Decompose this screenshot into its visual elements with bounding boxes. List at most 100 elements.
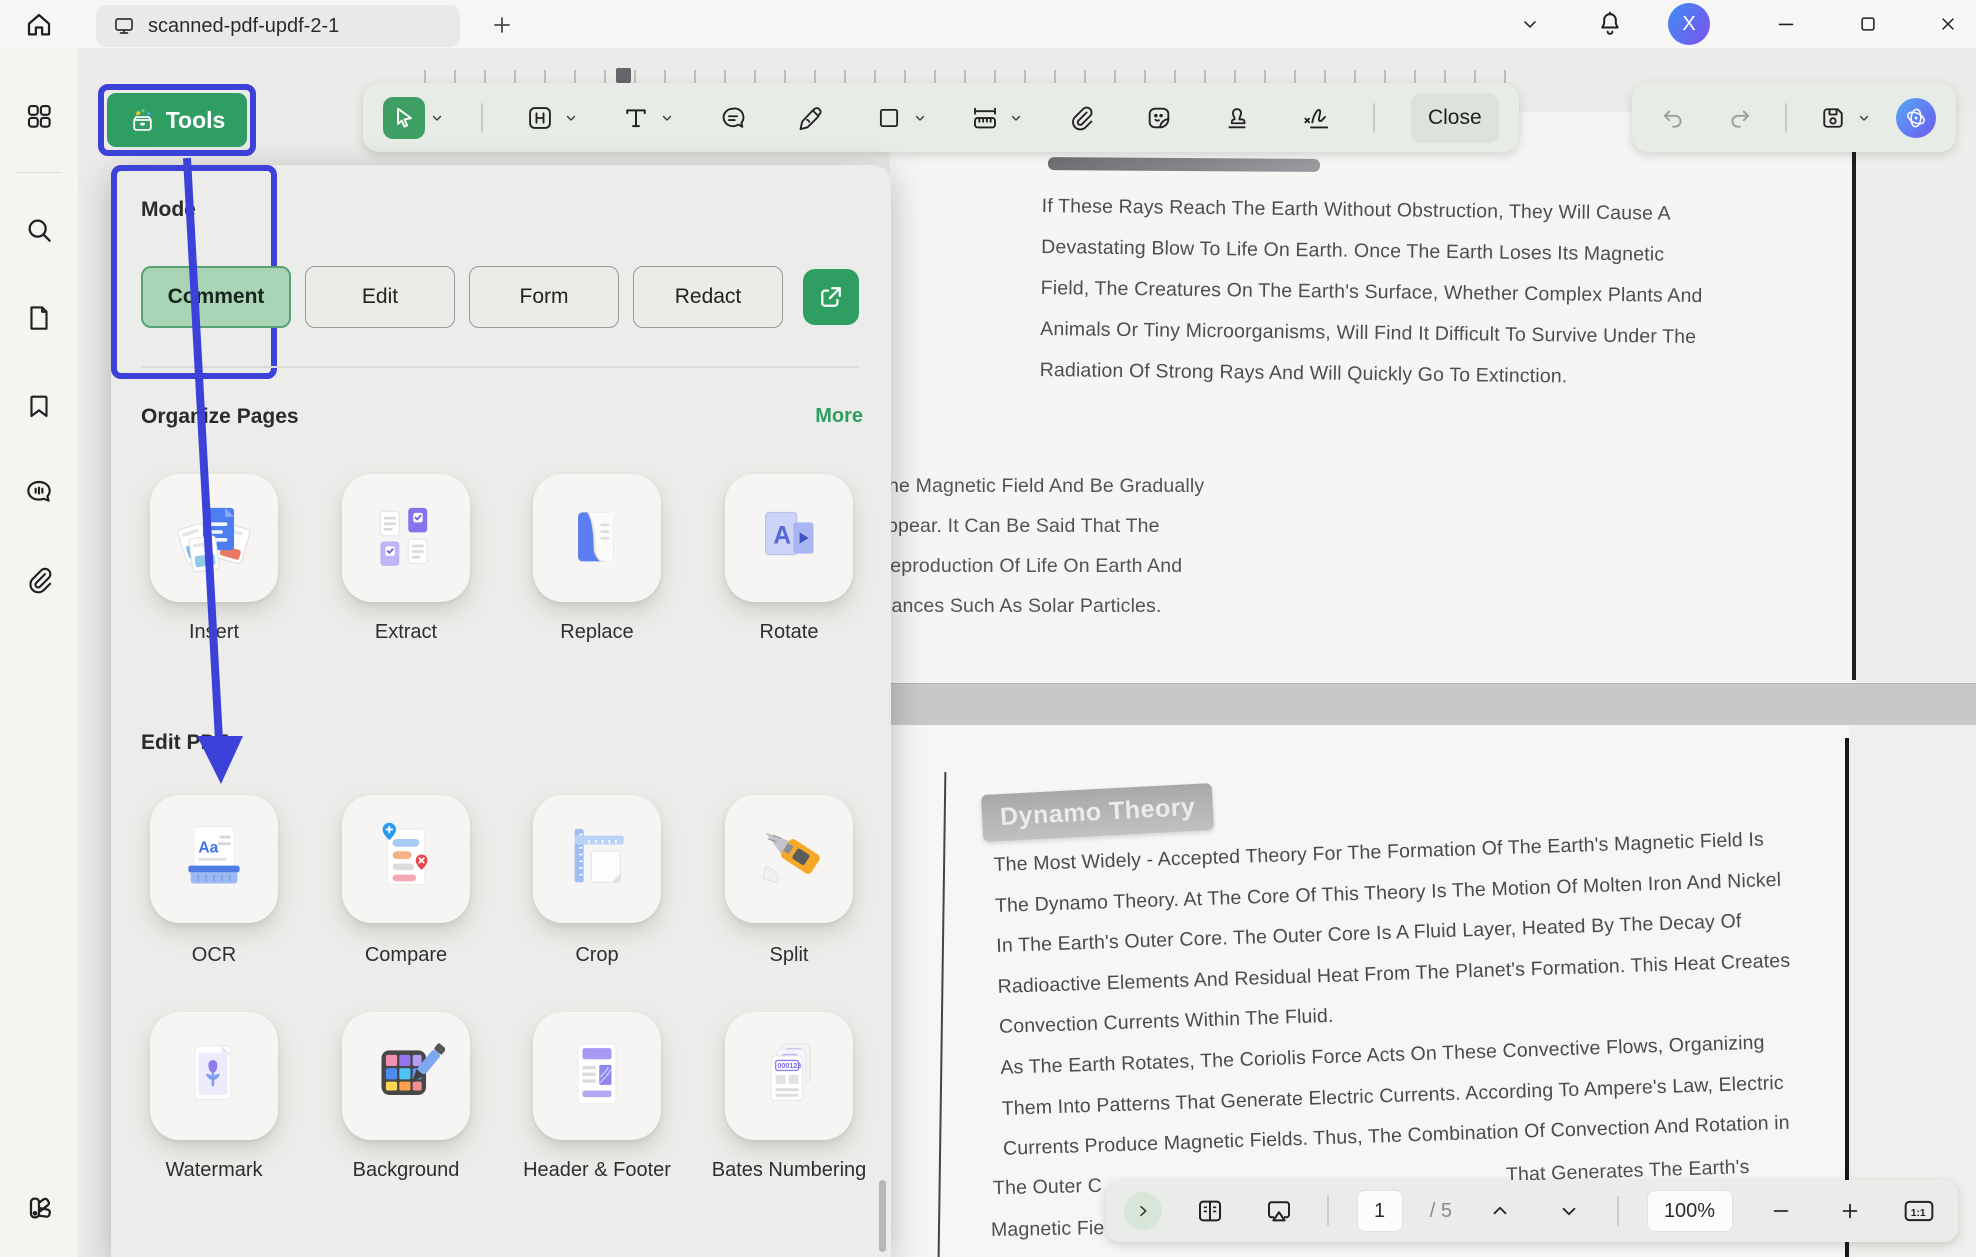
measure-tool-button[interactable]	[964, 97, 1006, 139]
svg-text:000123: 000123	[777, 1062, 801, 1070]
save-dropdown[interactable]	[1856, 97, 1872, 139]
close-toolbar-button[interactable]: Close	[1411, 93, 1499, 143]
text-tool-button[interactable]	[615, 97, 657, 139]
save-button[interactable]	[1812, 97, 1854, 139]
highlight-tool-button[interactable]	[519, 97, 561, 139]
mode-redact-button[interactable]: Redact	[633, 266, 783, 328]
next-page-button[interactable]	[1548, 1190, 1590, 1232]
toolbar-divider	[1373, 103, 1375, 133]
undo-button[interactable]	[1652, 97, 1694, 139]
tools-button[interactable]: Tools	[107, 93, 247, 147]
presentation-mode-button[interactable]	[1258, 1190, 1300, 1232]
close-icon	[1938, 14, 1958, 34]
shape-tool-dropdown[interactable]	[912, 97, 928, 139]
tools-panel: Mode Comment Edit Form Redact Organize P…	[111, 165, 891, 1257]
sidebar-attachments-button[interactable]	[19, 560, 59, 600]
tool-card-crop[interactable]	[533, 795, 661, 923]
tab-list-dropdown[interactable]	[1508, 6, 1552, 42]
document-tab[interactable]: scanned-pdf-updf-2-1	[96, 5, 460, 47]
tool-card-insert[interactable]	[150, 474, 278, 602]
sidebar-apps-button[interactable]	[19, 96, 59, 136]
tool-card-rotate[interactable]: A	[725, 474, 853, 602]
sticker-icon	[1145, 104, 1173, 132]
mode-comment-button[interactable]: Comment	[141, 266, 291, 328]
paperclip-icon	[1067, 104, 1095, 132]
home-icon	[24, 10, 54, 40]
chevron-down-icon	[660, 111, 674, 125]
sidebar-bookmarks-button[interactable]	[19, 386, 59, 426]
tool-card-extract[interactable]	[342, 474, 470, 602]
reading-view-button[interactable]	[1189, 1190, 1231, 1232]
new-tab-button[interactable]	[486, 9, 518, 41]
pencil-tool-button[interactable]	[790, 97, 832, 139]
comment-tool-button[interactable]	[712, 97, 754, 139]
ai-assistant-button[interactable]	[1896, 98, 1936, 138]
zoom-level-input[interactable]: 100%	[1647, 1190, 1733, 1232]
tool-label-crop: Crop	[502, 940, 692, 971]
tool-card-background[interactable]	[342, 1012, 470, 1140]
zoom-in-button[interactable]	[1829, 1190, 1871, 1232]
maximize-button[interactable]	[1846, 6, 1890, 42]
page-1-partial-paragraph: The Magnetic Field And Be Graduallyappea…	[876, 466, 1204, 626]
tool-label-split: Split	[694, 940, 884, 971]
annotation-toolbar: Close	[363, 83, 1519, 152]
open-in-new-window-button[interactable]	[803, 269, 859, 325]
sidebar-pages-button[interactable]	[19, 298, 59, 338]
chevron-right-icon	[1135, 1203, 1151, 1219]
user-avatar[interactable]: X	[1668, 3, 1710, 45]
mode-edit-button[interactable]: Edit	[305, 266, 455, 328]
tool-card-bates-numbering[interactable]: 000123	[725, 1012, 853, 1140]
tool-label-ocr: OCR	[119, 940, 309, 971]
toolbar-divider	[481, 103, 483, 133]
sidebar-search-button[interactable]	[19, 210, 59, 250]
home-button[interactable]	[18, 6, 60, 44]
tool-card-header-footer[interactable]	[533, 1012, 661, 1140]
document-text-line: appear. It Can Be Said That The	[876, 506, 1204, 546]
select-tool-button[interactable]	[383, 97, 425, 139]
shape-tool-button[interactable]	[868, 97, 910, 139]
chevron-down-icon	[564, 111, 578, 125]
stamp-tool-button[interactable]	[1216, 97, 1258, 139]
minimize-button[interactable]	[1764, 6, 1808, 42]
signature-tool-button[interactable]	[1295, 97, 1337, 139]
chevron-down-icon	[1857, 111, 1871, 125]
tool-label-bates-numbering: Bates Numbering	[694, 1155, 884, 1186]
chevron-up-icon	[1489, 1200, 1511, 1222]
actual-size-button[interactable]: 1:1	[1898, 1190, 1940, 1232]
pages-icon	[24, 303, 54, 333]
select-tool-dropdown[interactable]	[429, 97, 445, 139]
scan-artifact	[1048, 157, 1320, 172]
tool-card-split[interactable]	[725, 795, 853, 923]
tool-card-watermark[interactable]	[150, 1012, 278, 1140]
redo-button[interactable]	[1719, 97, 1761, 139]
sidebar-swatches-button[interactable]	[19, 1188, 59, 1228]
pdf-editor-window: If These Rays Reach The Earth Without Ob…	[0, 0, 1976, 1257]
tool-card-compare[interactable]	[342, 795, 470, 923]
svg-text:Aa: Aa	[198, 839, 218, 856]
page-2-partial-line: The Outer C	[993, 1175, 1102, 1200]
ai-assistant-icon	[1903, 105, 1929, 131]
apps-grid-icon	[24, 101, 54, 131]
sidebar-comments-button[interactable]	[19, 472, 59, 512]
extract-pages-icon	[367, 499, 445, 577]
organize-more-link[interactable]: More	[815, 405, 863, 428]
previous-page-button[interactable]	[1479, 1190, 1521, 1232]
notifications-button[interactable]	[1588, 6, 1632, 42]
mode-form-button[interactable]: Form	[469, 266, 619, 328]
reading-view-icon	[1195, 1196, 1225, 1226]
panel-scrollbar[interactable]	[879, 1180, 886, 1252]
tool-card-replace[interactable]	[533, 474, 661, 602]
close-window-button[interactable]	[1926, 6, 1970, 42]
expand-panel-button[interactable]	[1124, 1192, 1162, 1230]
highlight-tool-dropdown[interactable]	[563, 97, 579, 139]
attach-file-button[interactable]	[1060, 97, 1102, 139]
zoom-out-button[interactable]	[1760, 1190, 1802, 1232]
tab-title: scanned-pdf-updf-2-1	[148, 15, 339, 38]
mode-section-title: Mode	[141, 198, 196, 222]
undo-icon	[1660, 105, 1686, 131]
measure-tool-dropdown[interactable]	[1008, 97, 1024, 139]
text-tool-dropdown[interactable]	[659, 97, 675, 139]
page-number-input[interactable]: 1	[1357, 1190, 1403, 1232]
tool-card-ocr[interactable]: Aa	[150, 795, 278, 923]
sticker-tool-button[interactable]	[1138, 97, 1180, 139]
